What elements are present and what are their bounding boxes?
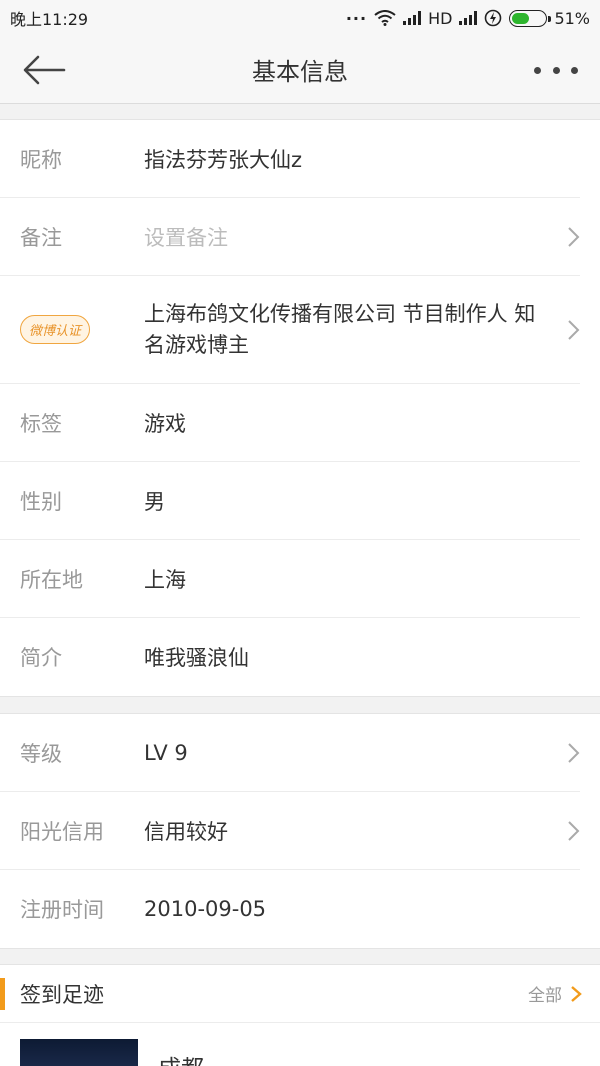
bio-value: 唯我骚浪仙 [144,646,249,670]
more-dot [571,66,578,74]
chevron-right-icon [568,319,580,340]
bio-label: 简介 [20,646,62,670]
chevron-right-icon [568,742,580,763]
nickname-value: 指法芬芳张大仙z [144,147,303,172]
signal-icon-2 [459,11,478,25]
basic-info-group: 昵称 指法芬芳张大仙z 备注 设置备注 微博认证 上海布鸽文化传播有限公司 节目… [0,119,600,697]
chevron-right-icon [571,985,582,1002]
nav-bar: 基本信息 [0,36,600,104]
credit-value: 信用较好 [144,819,228,844]
nickname-row: 昵称 指法芬芳张大仙z [0,120,580,198]
verification-value: 上海布鸽文化传播有限公司 节目制作人 知名游戏博主 [144,301,536,357]
location-label: 所在地 [20,567,83,592]
location-value: 上海 [144,567,186,592]
charging-icon [485,9,502,27]
more-button[interactable] [534,56,578,84]
status-time: 晚上11:29 [10,10,89,29]
arrow-left-icon [23,55,66,85]
badge-wrap: 微博认证 [20,315,144,344]
battery-icon [509,9,552,27]
verification-row[interactable]: 微博认证 上海布鸽文化传播有限公司 节目制作人 知名游戏博主 [0,276,580,384]
weibo-verified-badge: 微博认证 [20,315,91,344]
gender-value: 男 [144,489,165,514]
more-dots-icon: ··· [345,8,368,28]
chevron-right-icon [568,226,580,247]
gender-label: 性别 [20,489,62,514]
more-dot [552,66,560,74]
bio-row: 简介 唯我骚浪仙 [0,618,580,696]
city-photo [20,1039,138,1066]
level-value: LV 9 [144,740,188,765]
signal-icon [403,11,422,25]
status-icons: ··· HD 51% [346,9,590,28]
nickname-label: 昵称 [20,147,62,172]
gender-row: 性别 男 [0,462,580,540]
credit-label: 阳光信用 [20,819,104,844]
footprint-header: 签到足迹 全部 [0,965,600,1023]
section-accent-bar [0,978,5,1010]
footprint-item[interactable]: 成都 [0,1023,600,1066]
battery-percent: 51% [554,8,590,28]
account-info-group: 等级 LV 9 阳光信用 信用较好 注册时间 2010-09-05 [0,713,600,949]
footprint-all-link[interactable]: 全部 [528,981,582,1006]
register-date-value: 2010-09-05 [144,897,267,921]
footprint-city: 成都 [158,1049,204,1066]
page-title: 基本信息 [252,58,348,86]
register-date-row: 注册时间 2010-09-05 [0,870,580,948]
tags-label: 标签 [20,411,62,436]
network-type: HD [428,8,453,28]
register-date-label: 注册时间 [20,898,104,922]
footprint-title: 签到足迹 [20,982,104,1007]
remark-label: 备注 [20,225,62,250]
credit-row[interactable]: 阳光信用 信用较好 [0,792,580,870]
remark-placeholder: 设置备注 [144,225,228,250]
back-button[interactable] [22,50,70,90]
wifi-icon [374,10,396,26]
level-row[interactable]: 等级 LV 9 [0,714,580,792]
level-label: 等级 [20,741,62,766]
location-row: 所在地 上海 [0,540,580,618]
tags-row: 标签 游戏 [0,384,580,462]
tags-value: 游戏 [144,411,186,436]
footprint-all-label: 全部 [528,986,562,1006]
footprint-section: 签到足迹 全部 成都 [0,964,600,1066]
more-dot [534,66,541,74]
remark-row[interactable]: 备注 设置备注 [0,198,580,276]
chevron-right-icon [568,820,580,841]
status-bar: 晚上11:29 ··· HD 51% [0,0,600,36]
